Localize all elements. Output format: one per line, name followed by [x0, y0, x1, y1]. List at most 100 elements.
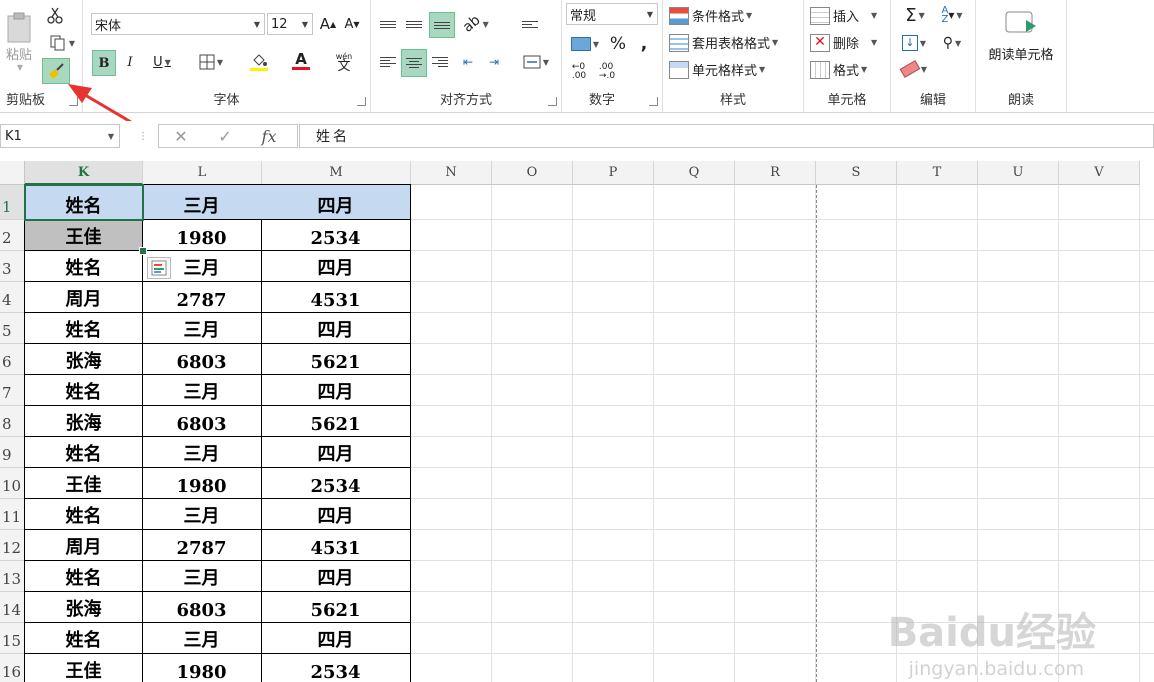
column-header-v[interactable]: V: [1059, 161, 1140, 185]
font-name-select[interactable]: 宋体 ▼: [91, 13, 265, 35]
cell-m3[interactable]: 四月: [261, 250, 411, 282]
percent-button[interactable]: %: [608, 32, 628, 56]
column-header-t[interactable]: T: [897, 161, 978, 185]
column-header-u[interactable]: U: [978, 161, 1059, 185]
row-header-6[interactable]: 6: [0, 344, 25, 375]
column-header-m[interactable]: M: [262, 161, 411, 185]
font-launcher-icon[interactable]: [357, 97, 366, 106]
enter-check-icon[interactable]: ✓: [203, 127, 247, 146]
sort-filter-button[interactable]: A Z ▾ ▼: [935, 4, 969, 26]
decrease-decimal-button[interactable]: .00 →.0: [594, 60, 620, 84]
cell-l1[interactable]: 三月: [142, 184, 262, 220]
insert-button[interactable]: 插入 ▼: [810, 6, 877, 25]
cell-l15[interactable]: 三月: [142, 622, 262, 654]
insert-function-icon[interactable]: fx: [247, 127, 291, 146]
cell-m13[interactable]: 四月: [261, 560, 411, 592]
cell-k5[interactable]: 姓名: [24, 312, 143, 344]
row-header-5[interactable]: 5: [0, 313, 25, 344]
align-top-button[interactable]: [377, 13, 399, 35]
row-header-15[interactable]: 15: [0, 623, 25, 654]
cell-l5[interactable]: 三月: [142, 312, 262, 344]
cell-k7[interactable]: 姓名: [24, 374, 143, 406]
align-center-button[interactable]: [401, 49, 427, 77]
cell-m4[interactable]: 4531: [261, 281, 411, 313]
cell-l4[interactable]: 2787: [142, 281, 262, 313]
cell-l7[interactable]: 三月: [142, 374, 262, 406]
phonetic-button[interactable]: wén 文: [327, 50, 361, 74]
wrap-text-button[interactable]: [519, 13, 541, 35]
comma-style-button[interactable]: ,: [634, 32, 654, 56]
cell-m7[interactable]: 四月: [261, 374, 411, 406]
format-painter-button[interactable]: [42, 58, 70, 84]
column-header-r[interactable]: R: [735, 161, 816, 185]
column-header-q[interactable]: Q: [654, 161, 735, 185]
row-header-13[interactable]: 13: [0, 561, 25, 592]
cell-l9[interactable]: 三月: [142, 436, 262, 468]
row-header-14[interactable]: 14: [0, 592, 25, 623]
name-box[interactable]: K1 ▼: [0, 124, 120, 148]
formula-input[interactable]: 姓名: [299, 124, 1154, 148]
column-header-n[interactable]: N: [411, 161, 492, 185]
column-header-p[interactable]: P: [573, 161, 654, 185]
cell-l10[interactable]: 1980: [142, 467, 262, 499]
cell-k3[interactable]: 姓名: [24, 250, 143, 282]
cell-m2[interactable]: 2534: [261, 219, 411, 251]
cell-l11[interactable]: 三月: [142, 498, 262, 530]
cell-l2[interactable]: 1980: [142, 219, 262, 251]
borders-button[interactable]: ▼: [193, 50, 229, 74]
cell-k2[interactable]: 王佳: [24, 219, 143, 251]
fill-color-button[interactable]: [239, 48, 279, 74]
cell-k12[interactable]: 周月: [24, 529, 143, 561]
font-color-button[interactable]: A: [281, 48, 321, 74]
row-header-7[interactable]: 7: [0, 375, 25, 406]
format-as-table-button[interactable]: 套用表格格式 ▼: [669, 33, 778, 52]
paste-options-icon[interactable]: [147, 257, 171, 279]
clear-button[interactable]: ▼: [897, 58, 931, 80]
accounting-format-button[interactable]: ▼: [566, 32, 604, 56]
number-format-select[interactable]: 常规 ▼: [566, 3, 658, 25]
cell-k13[interactable]: 姓名: [24, 560, 143, 592]
row-header-1[interactable]: 1: [0, 185, 25, 220]
delete-button[interactable]: ✕ 删除 ▼: [810, 33, 877, 52]
clipboard-launcher-icon[interactable]: [69, 97, 78, 106]
cell-m8[interactable]: 5621: [261, 405, 411, 437]
cell-m16[interactable]: 2534: [261, 653, 411, 682]
cell-m12[interactable]: 4531: [261, 529, 411, 561]
cell-m14[interactable]: 5621: [261, 591, 411, 623]
cut-button[interactable]: [44, 4, 66, 26]
cell-m5[interactable]: 四月: [261, 312, 411, 344]
number-launcher-icon[interactable]: [649, 97, 658, 106]
align-right-button[interactable]: [429, 50, 451, 74]
align-left-button[interactable]: [377, 50, 399, 74]
cell-l14[interactable]: 6803: [142, 591, 262, 623]
row-header-4[interactable]: 4: [0, 282, 25, 313]
read-cell-button[interactable]: 朗读单元格: [978, 6, 1064, 66]
fill-button[interactable]: ↓ ▼: [897, 32, 931, 54]
cell-k14[interactable]: 张海: [24, 591, 143, 623]
cell-k1[interactable]: 姓名: [24, 184, 143, 220]
underline-button[interactable]: U ▼: [145, 50, 179, 74]
row-header-3[interactable]: 3: [0, 251, 25, 282]
decrease-indent-button[interactable]: ⇤: [457, 50, 479, 74]
row-header-10[interactable]: 10: [0, 468, 25, 499]
cell-k6[interactable]: 张海: [24, 343, 143, 375]
fill-handle[interactable]: [139, 247, 147, 255]
cell-k16[interactable]: 王佳: [24, 653, 143, 682]
column-header-s[interactable]: S: [816, 161, 897, 185]
select-all-corner[interactable]: [0, 161, 25, 185]
orientation-button[interactable]: ab ▼: [459, 12, 493, 35]
align-bottom-button[interactable]: [429, 12, 455, 38]
autosum-button[interactable]: Σ ▼: [897, 4, 933, 26]
cell-m1[interactable]: 四月: [261, 184, 411, 220]
formula-bar-splitter[interactable]: ⋮: [138, 131, 148, 142]
format-cells-button[interactable]: 格式 ▼: [810, 60, 867, 79]
decrease-font-button[interactable]: A ▼: [341, 13, 363, 35]
find-select-button[interactable]: ⚲ ▼: [935, 32, 969, 54]
cell-k11[interactable]: 姓名: [24, 498, 143, 530]
row-header-9[interactable]: 9: [0, 437, 25, 468]
row-header-12[interactable]: 12: [0, 530, 25, 561]
cell-l6[interactable]: 6803: [142, 343, 262, 375]
cell-m10[interactable]: 2534: [261, 467, 411, 499]
cell-k15[interactable]: 姓名: [24, 622, 143, 654]
cell-k9[interactable]: 姓名: [24, 436, 143, 468]
